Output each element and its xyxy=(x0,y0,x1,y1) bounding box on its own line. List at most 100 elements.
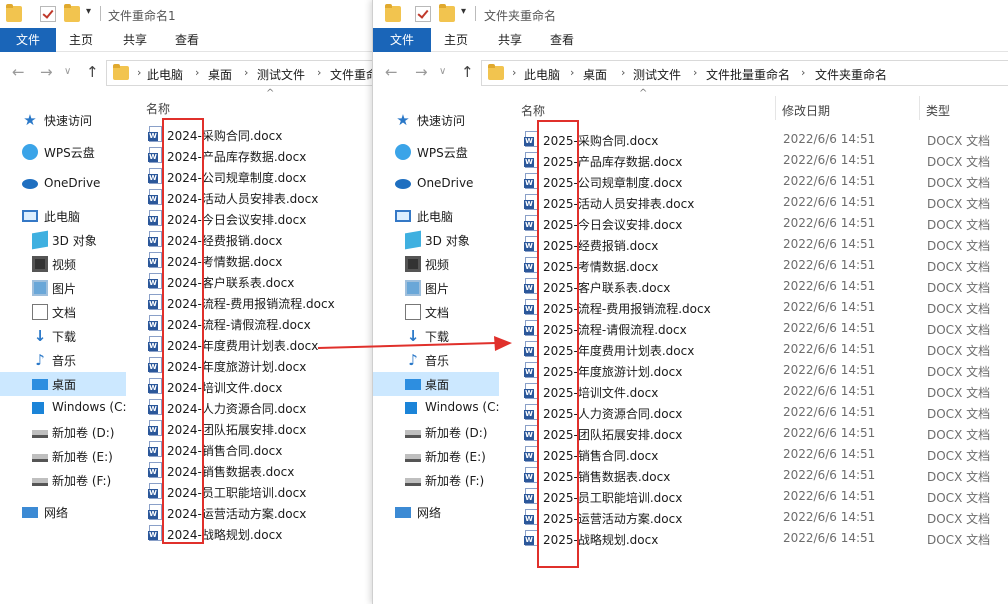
sidebar-item[interactable]: ★ 快速访问 xyxy=(373,108,499,132)
column-header-name[interactable]: 名称 xyxy=(146,100,170,117)
desktop-icon xyxy=(405,379,421,390)
up-arrow-icon[interactable]: ↑ xyxy=(86,63,99,81)
address-bar[interactable]: › 此电脑 › 桌面 › 测试文件 › 文件重命 xyxy=(106,60,372,86)
sidebar-item[interactable]: WPS云盘 xyxy=(373,140,499,164)
tab-home[interactable]: 主页 xyxy=(431,28,481,52)
sidebar-item[interactable]: 图片 xyxy=(0,276,126,300)
sidebar-item[interactable]: 新加卷 (E:) xyxy=(373,444,499,468)
properties-icon[interactable] xyxy=(415,6,431,22)
sidebar-item[interactable]: 3D 对象 xyxy=(0,228,126,252)
recent-dropdown-icon[interactable]: ∨ xyxy=(439,66,446,77)
sidebar-item[interactable]: 新加卷 (F:) xyxy=(0,468,126,492)
file-modified-date: 2022/6/6 14:51 xyxy=(783,321,876,335)
breadcrumb-rename[interactable]: 文件重命 xyxy=(330,66,372,83)
word-document-icon xyxy=(148,210,162,226)
navigation-pane: ★ 快速访问 WPS云盘 OneDrive 此电脑 3D 对象 视频 图片 文档 ↓ 下载 ♪ 音乐 桌面… xyxy=(373,92,501,604)
sidebar-item[interactable]: 此电脑 xyxy=(373,204,499,228)
breadcrumb-chevron-icon[interactable]: › xyxy=(195,66,199,79)
sidebar-item[interactable]: OneDrive xyxy=(373,172,499,196)
back-arrow-icon[interactable]: ← xyxy=(12,63,25,81)
sidebar-item[interactable]: 新加卷 (D:) xyxy=(0,420,126,444)
computer-icon xyxy=(22,210,38,222)
recent-dropdown-icon[interactable]: ∨ xyxy=(64,66,71,77)
sidebar-item[interactable]: OneDrive xyxy=(0,172,126,196)
sidebar-item[interactable]: ♪ 音乐 xyxy=(0,348,126,372)
sidebar-item[interactable]: 此电脑 xyxy=(0,204,126,228)
wps-cloud-icon xyxy=(22,144,38,160)
sidebar-item[interactable]: 新加卷 (D:) xyxy=(373,420,499,444)
word-document-icon xyxy=(148,273,162,289)
breadcrumb-chevron-icon[interactable]: › xyxy=(570,66,574,79)
file-type: DOCX 文档 xyxy=(927,533,991,547)
new-folder-icon[interactable] xyxy=(64,4,80,22)
file-type: DOCX 文档 xyxy=(927,176,991,190)
tab-view[interactable]: 查看 xyxy=(162,28,212,52)
breadcrumb-chevron-icon[interactable]: › xyxy=(137,66,141,79)
breadcrumb-batch-rename[interactable]: 文件批量重命名 xyxy=(706,66,790,83)
up-arrow-icon[interactable]: ↑ xyxy=(461,63,474,81)
quick-access-dropdown-icon[interactable]: ▾ xyxy=(461,6,466,17)
breadcrumb-test-files[interactable]: 测试文件 xyxy=(633,66,681,83)
sidebar-item[interactable]: ♪ 音乐 xyxy=(373,348,499,372)
sidebar-item[interactable]: 3D 对象 xyxy=(373,228,499,252)
sidebar-item[interactable]: WPS云盘 xyxy=(0,140,126,164)
sidebar-item[interactable]: 新加卷 (E:) xyxy=(0,444,126,468)
tab-share[interactable]: 共享 xyxy=(110,28,160,52)
breadcrumb-desktop[interactable]: 桌面 xyxy=(583,66,607,83)
file-modified-date: 2022/6/6 14:51 xyxy=(783,195,876,209)
breadcrumb-chevron-icon[interactable]: › xyxy=(512,66,516,79)
tab-file[interactable]: 文件 xyxy=(0,28,56,52)
tab-home[interactable]: 主页 xyxy=(56,28,106,52)
sidebar-item[interactable]: ↓ 下载 xyxy=(373,324,499,348)
documents-icon xyxy=(32,304,48,320)
sidebar-item[interactable]: 网络 xyxy=(373,500,499,524)
back-arrow-icon[interactable]: ← xyxy=(385,63,398,81)
sidebar-item[interactable]: ↓ 下载 xyxy=(0,324,126,348)
sidebar-item[interactable]: 视频 xyxy=(0,252,126,276)
windows-drive-icon xyxy=(405,402,417,414)
sidebar-item[interactable]: 视频 xyxy=(373,252,499,276)
breadcrumb-folder-rename[interactable]: 文件夹重命名 xyxy=(815,66,887,83)
sidebar-item[interactable]: ★ 快速访问 xyxy=(0,108,126,132)
sidebar-item-label: 快速访问 xyxy=(44,114,93,128)
file-type: DOCX 文档 xyxy=(927,344,991,358)
new-folder-icon[interactable] xyxy=(439,4,455,22)
forward-arrow-icon[interactable]: → xyxy=(40,63,53,81)
breadcrumb-chevron-icon[interactable]: › xyxy=(317,66,321,79)
sidebar-item[interactable]: 文档 xyxy=(373,300,499,324)
drive-icon xyxy=(32,478,48,486)
tab-view[interactable]: 查看 xyxy=(537,28,587,52)
file-modified-date: 2022/6/6 14:51 xyxy=(783,300,876,314)
sidebar-item[interactable]: Windows (C: xyxy=(373,396,499,420)
breadcrumb-this-pc[interactable]: 此电脑 xyxy=(524,66,560,83)
properties-icon[interactable] xyxy=(40,6,56,22)
column-header-type[interactable]: 类型 xyxy=(926,102,950,119)
breadcrumb-desktop[interactable]: 桌面 xyxy=(208,66,232,83)
sidebar-item[interactable]: 桌面 xyxy=(0,372,126,396)
drive-icon xyxy=(32,454,48,462)
breadcrumb-chevron-icon[interactable]: › xyxy=(693,66,697,79)
download-icon: ↓ xyxy=(406,327,420,345)
sidebar-item[interactable]: 桌面 xyxy=(373,372,499,396)
file-modified-date: 2022/6/6 14:51 xyxy=(783,426,876,440)
column-header-date[interactable]: 修改日期 xyxy=(782,102,830,119)
column-divider[interactable] xyxy=(919,96,920,120)
breadcrumb-this-pc[interactable]: 此电脑 xyxy=(147,66,183,83)
tab-file[interactable]: 文件 xyxy=(373,28,431,52)
file-modified-date: 2022/6/6 14:51 xyxy=(783,510,876,524)
breadcrumb-chevron-icon[interactable]: › xyxy=(621,66,625,79)
breadcrumb-chevron-icon[interactable]: › xyxy=(801,66,805,79)
sidebar-item[interactable]: 图片 xyxy=(373,276,499,300)
address-bar[interactable]: › 此电脑 › 桌面 › 测试文件 › 文件批量重命名 › 文件夹重命名 xyxy=(481,60,1008,86)
sidebar-item[interactable]: 文档 xyxy=(0,300,126,324)
forward-arrow-icon[interactable]: → xyxy=(415,63,428,81)
sidebar-item[interactable]: Windows (C: xyxy=(0,396,126,420)
sidebar-item[interactable]: 新加卷 (F:) xyxy=(373,468,499,492)
column-divider[interactable] xyxy=(775,96,776,120)
column-header-name[interactable]: 名称 xyxy=(521,102,545,119)
breadcrumb-test-files[interactable]: 测试文件 xyxy=(257,66,305,83)
tab-share[interactable]: 共享 xyxy=(485,28,535,52)
sidebar-item[interactable]: 网络 xyxy=(0,500,126,524)
quick-access-dropdown-icon[interactable]: ▾ xyxy=(86,6,91,17)
breadcrumb-chevron-icon[interactable]: › xyxy=(244,66,248,79)
